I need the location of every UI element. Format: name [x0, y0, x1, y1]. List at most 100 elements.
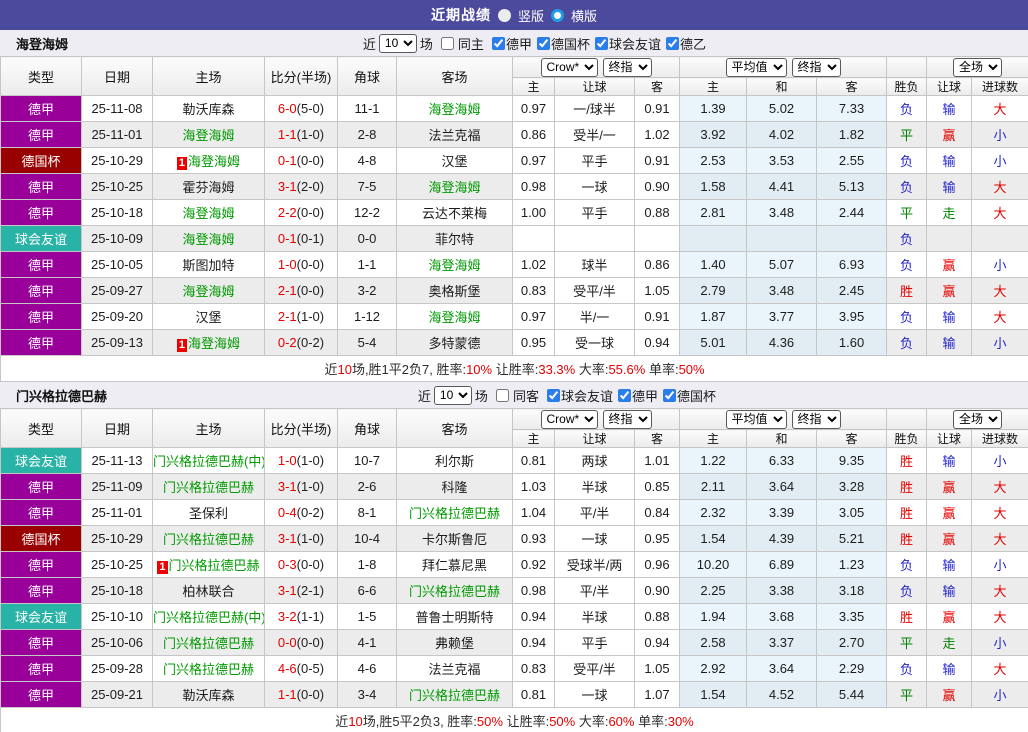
home-team[interactable]: 海登海姆 [153, 278, 265, 304]
corner-count: 5-4 [338, 330, 397, 356]
league-filter-checkbox[interactable] [663, 389, 676, 402]
match-date: 25-09-13 [82, 330, 153, 356]
handicap: 平手 [555, 200, 635, 226]
avg-final-select[interactable]: 终指 [792, 58, 841, 77]
result-handicap [927, 226, 972, 252]
halftime-score: (2-1) [297, 583, 324, 598]
home-team[interactable]: 门兴格拉德巴赫 [153, 474, 265, 500]
final-odds-select[interactable]: 终指 [603, 58, 652, 77]
home-team-name: 圣保利 [189, 506, 228, 521]
home-team[interactable]: 门兴格拉德巴赫(中) [153, 604, 265, 630]
league-filter-checkbox[interactable] [537, 37, 550, 50]
away-team[interactable]: 门兴格拉德巴赫 [397, 578, 513, 604]
corner-count: 10-7 [338, 448, 397, 474]
away-team[interactable]: 多特蒙德 [397, 330, 513, 356]
average-select[interactable]: 平均值 [726, 58, 787, 77]
avg-draw: 4.36 [747, 330, 817, 356]
score-cell: 0-0(0-0) [265, 630, 338, 656]
away-team[interactable]: 拜仁慕尼黑 [397, 552, 513, 578]
match-date: 25-11-01 [82, 500, 153, 526]
recent-count-select[interactable]: 10 [379, 34, 417, 53]
home-team[interactable]: 门兴格拉德巴赫 [153, 656, 265, 682]
col-avg-home: 主 [680, 430, 747, 448]
filter-controls: 近 10 场 同主 德甲德国杯球会友谊德乙 [363, 34, 706, 53]
league-filter-checkbox[interactable] [618, 389, 631, 402]
away-team[interactable]: 门兴格拉德巴赫 [397, 500, 513, 526]
horizontal-layout-radio[interactable] [551, 9, 564, 22]
league-filter-checkbox[interactable] [492, 37, 505, 50]
away-team[interactable]: 法兰克福 [397, 656, 513, 682]
away-team-name: 利尔斯 [435, 454, 474, 469]
summary-segment: 30% [668, 714, 694, 729]
result-handicap: 赢 [927, 474, 972, 500]
odds-away: 0.91 [635, 304, 680, 330]
match-row: 德甲25-09-131海登海姆0-2(0-2)5-4多特蒙德0.95受一球0.9… [1, 330, 1028, 356]
away-team[interactable]: 海登海姆 [397, 174, 513, 200]
away-team[interactable]: 弗赖堡 [397, 630, 513, 656]
vertical-layout-radio[interactable] [498, 9, 511, 22]
avg-home: 2.32 [680, 500, 747, 526]
home-team[interactable]: 海登海姆 [153, 226, 265, 252]
games-label: 场 [475, 386, 488, 405]
handicap: 一球 [555, 174, 635, 200]
home-team[interactable]: 1门兴格拉德巴赫 [153, 552, 265, 578]
away-team[interactable]: 海登海姆 [397, 304, 513, 330]
team-name: 海登海姆 [16, 34, 68, 53]
away-team[interactable]: 利尔斯 [397, 448, 513, 474]
away-team-name: 卡尔斯鲁厄 [422, 532, 487, 547]
league-filter-checkbox[interactable] [595, 37, 608, 50]
col-avg-draw: 和 [747, 430, 817, 448]
away-team[interactable]: 海登海姆 [397, 96, 513, 122]
away-team[interactable]: 门兴格拉德巴赫 [397, 682, 513, 708]
home-team[interactable]: 门兴格拉德巴赫 [153, 526, 265, 552]
away-team[interactable]: 卡尔斯鲁厄 [397, 526, 513, 552]
fullmatch-select[interactable]: 全场 [953, 58, 1002, 77]
away-team[interactable]: 菲尔特 [397, 226, 513, 252]
odds-away: 1.05 [635, 656, 680, 682]
fulltime-score: 0-0 [278, 635, 297, 650]
recent-count-select[interactable]: 10 [434, 386, 472, 405]
home-team[interactable]: 圣保利 [153, 500, 265, 526]
fullmatch-select[interactable]: 全场 [953, 410, 1002, 429]
same-venue-checkbox[interactable] [441, 37, 454, 50]
league-filter-checkbox[interactable] [547, 389, 560, 402]
final-odds-select[interactable]: 终指 [603, 410, 652, 429]
handicap: 一球 [555, 526, 635, 552]
match-date: 25-11-13 [82, 448, 153, 474]
home-team[interactable]: 海登海姆 [153, 200, 265, 226]
home-team[interactable]: 门兴格拉德巴赫(中) [153, 448, 265, 474]
result-wdl: 负 [887, 578, 927, 604]
home-team[interactable]: 1海登海姆 [153, 148, 265, 174]
home-team[interactable]: 斯图加特 [153, 252, 265, 278]
halftime-score: (1-1) [297, 609, 324, 624]
result-wdl: 平 [887, 122, 927, 148]
away-team[interactable]: 法兰克福 [397, 122, 513, 148]
away-team[interactable]: 海登海姆 [397, 252, 513, 278]
home-team[interactable]: 1海登海姆 [153, 330, 265, 356]
fullmatch-group-header: 全场 [927, 409, 1028, 430]
home-team-name: 门兴格拉德巴赫 [163, 662, 254, 677]
avg-final-select[interactable]: 终指 [792, 410, 841, 429]
avg-draw: 3.48 [747, 278, 817, 304]
odds-home [513, 226, 555, 252]
match-history-table: 类型 日期 主场 比分(半场) 角球 客场 Crow* 终指 平均值 [0, 408, 1028, 732]
home-team[interactable]: 霍芬海姆 [153, 174, 265, 200]
away-team[interactable]: 奥格斯堡 [397, 278, 513, 304]
home-team[interactable]: 勒沃库森 [153, 96, 265, 122]
home-team[interactable]: 汉堡 [153, 304, 265, 330]
home-team[interactable]: 勒沃库森 [153, 682, 265, 708]
odds-source-select[interactable]: Crow* [541, 58, 598, 77]
away-team[interactable]: 云达不莱梅 [397, 200, 513, 226]
same-venue-checkbox[interactable] [496, 389, 509, 402]
score-cell: 3-1(2-0) [265, 174, 338, 200]
away-team[interactable]: 科隆 [397, 474, 513, 500]
away-team[interactable]: 汉堡 [397, 148, 513, 174]
home-team[interactable]: 柏林联合 [153, 578, 265, 604]
average-select[interactable]: 平均值 [726, 410, 787, 429]
odds-source-select[interactable]: Crow* [541, 410, 598, 429]
home-team[interactable]: 门兴格拉德巴赫 [153, 630, 265, 656]
league-filter-checkbox[interactable] [666, 37, 679, 50]
match-row: 德甲25-10-18海登海姆2-2(0-0)12-2云达不莱梅1.00平手0.8… [1, 200, 1028, 226]
away-team[interactable]: 普鲁士明斯特 [397, 604, 513, 630]
home-team[interactable]: 海登海姆 [153, 122, 265, 148]
